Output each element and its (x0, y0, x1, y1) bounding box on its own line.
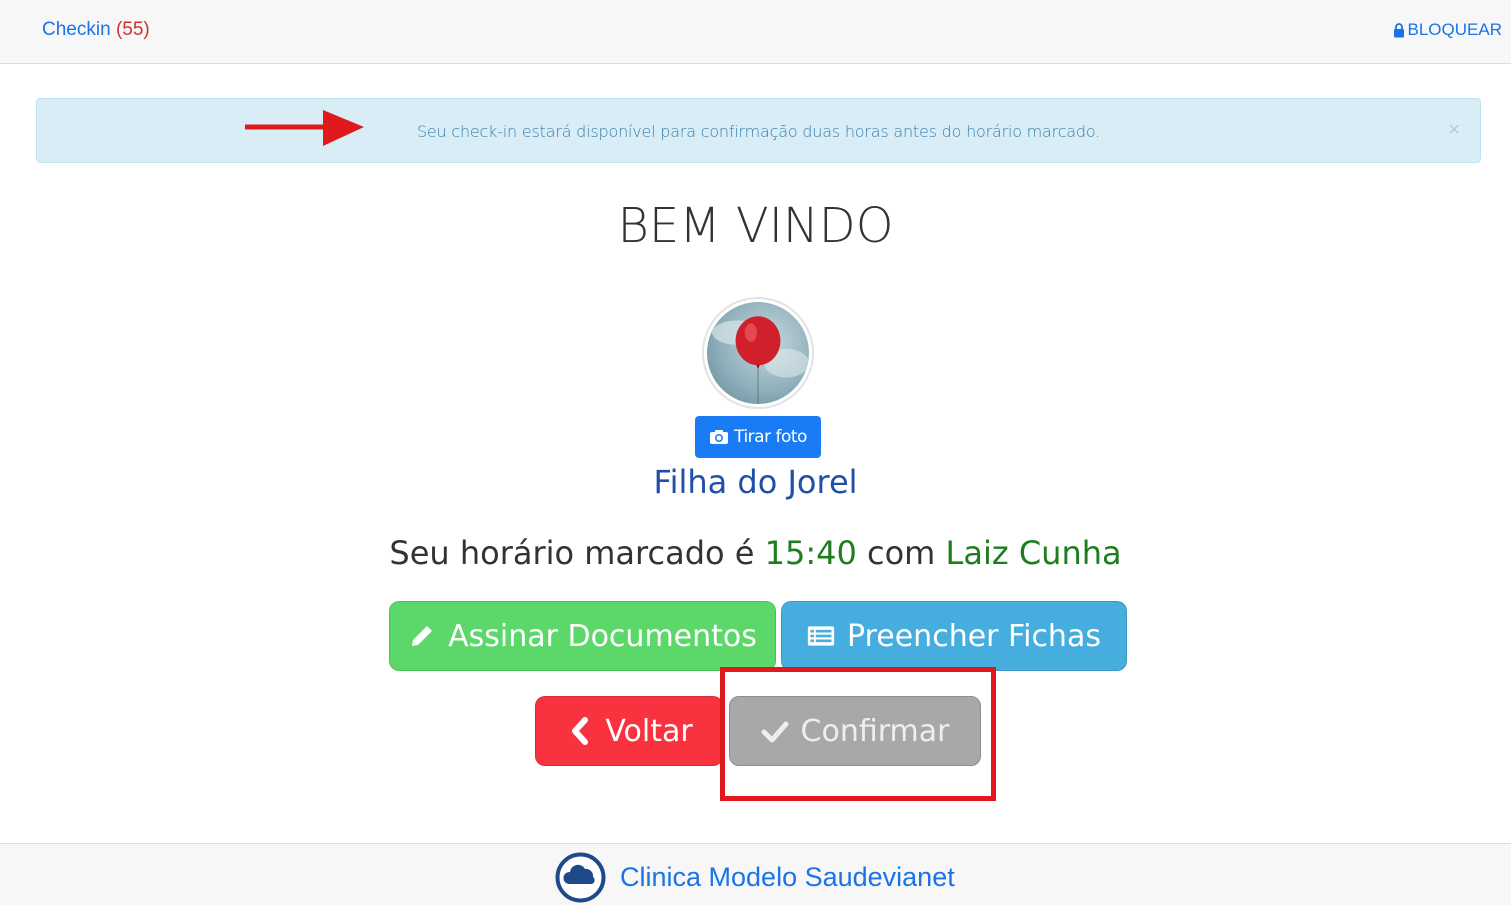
take-photo-button[interactable]: Tirar foto (695, 416, 821, 458)
schedule-prefix: Seu horário marcado é (389, 534, 755, 572)
sign-documents-label: Assinar Documentos (448, 618, 757, 654)
pencil-icon (412, 626, 433, 646)
take-photo-label: Tirar foto (734, 427, 807, 447)
footer: Clinica Modelo Saudevianet (0, 843, 1511, 905)
avatar (702, 297, 814, 409)
fill-forms-label: Preencher Fichas (847, 618, 1101, 654)
close-icon[interactable]: × (1448, 119, 1460, 142)
lock-label: BLOQUEAR (1407, 20, 1502, 39)
clinic-name: Clinica Modelo Saudevianet (620, 862, 955, 892)
annotation-highlight-box (720, 667, 996, 801)
camera-icon (710, 430, 729, 444)
checkin-count: (55) (115, 19, 150, 40)
back-button[interactable]: Voltar (535, 696, 723, 766)
sign-documents-button[interactable]: Assinar Documentos (389, 601, 776, 671)
lock-button[interactable]: BLOQUEAR (1393, 20, 1502, 40)
schedule-text: Seu horário marcado é 15:40 com Laiz Cun… (0, 534, 1511, 572)
back-label: Voltar (605, 713, 693, 749)
welcome-heading: BEM VINDO (617, 198, 894, 254)
schedule-time: 15:40 (764, 534, 857, 572)
chevron-left-icon (572, 717, 589, 745)
patient-name: Filha do Jorel (653, 463, 858, 501)
balloon-photo (712, 316, 809, 404)
schedule-doctor: Laiz Cunha (945, 534, 1122, 572)
fill-forms-button[interactable]: Preencher Fichas (781, 601, 1127, 671)
lock-icon (1393, 22, 1404, 37)
checkin-link[interactable]: Checkin (55) (42, 19, 150, 41)
cloud-logo-icon (555, 852, 606, 903)
list-icon (807, 626, 835, 646)
schedule-mid: com (867, 534, 936, 572)
annotation-arrow-icon (245, 110, 364, 146)
checkin-label: Checkin (42, 19, 111, 40)
footer-brand: Clinica Modelo Saudevianet (555, 852, 955, 903)
top-bar: Checkin (55) BLOQUEAR (0, 0, 1511, 64)
